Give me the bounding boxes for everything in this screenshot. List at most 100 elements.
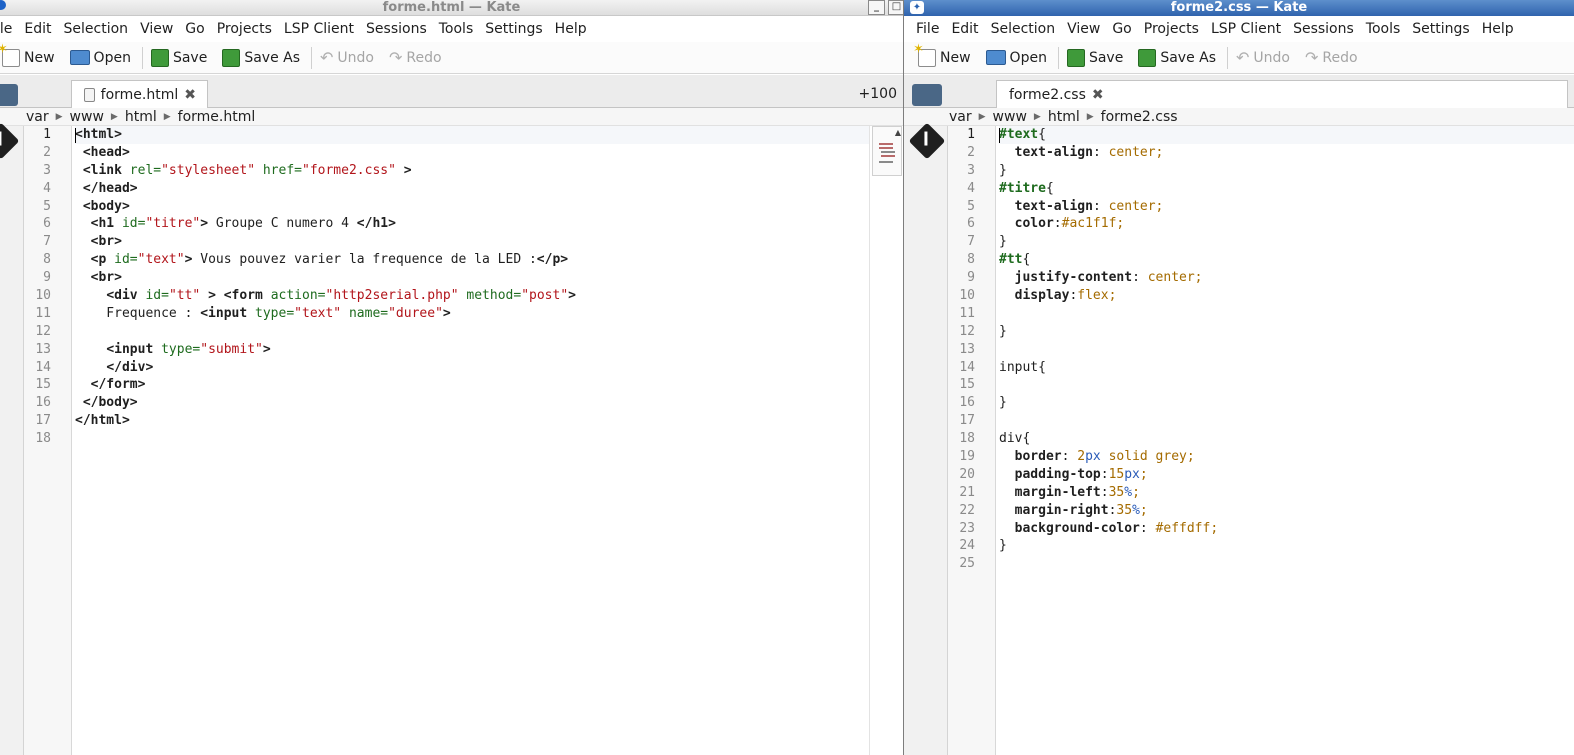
new-button[interactable]: New [912,42,980,72]
menu-help[interactable]: Help [549,21,593,37]
code-line[interactable] [75,323,869,341]
undo-button[interactable]: ↶ Undo [314,44,383,72]
git-icon[interactable] [0,122,20,160]
maximize-button[interactable]: □ [888,0,903,15]
open-button[interactable]: Open [980,44,1056,72]
code-line[interactable]: background-color: #effdff; [999,520,1574,538]
code-line[interactable]: <body> [75,198,869,216]
breadcrumb-item[interactable]: html [1048,109,1080,125]
code-line[interactable]: <input type="submit"> [75,341,869,359]
code-line[interactable]: border: 2px solid grey; [999,448,1574,466]
minimap[interactable]: ▲ [869,126,903,755]
menu-view[interactable]: View [1061,21,1106,37]
code-line[interactable]: <h1 id="titre"> Groupe C numero 4 </h1> [75,215,869,233]
code-line[interactable]: #tt{ [999,251,1574,269]
menu-edit[interactable]: Edit [18,21,57,37]
code-area[interactable]: #text{ text-align: center;} #titre{ text-… [999,126,1574,755]
save-button[interactable]: Save [1061,44,1132,72]
close-icon[interactable]: ✖ [1092,87,1104,103]
code-line[interactable] [999,341,1574,359]
code-line[interactable]: } [999,162,1574,180]
new-button[interactable]: New [0,42,64,72]
code-line[interactable]: justify-content: center; [999,269,1574,287]
code-line[interactable] [999,376,1574,394]
code-line[interactable]: color:#ac1f1f; [999,215,1574,233]
code-line[interactable]: <html> [75,126,869,144]
code-line[interactable] [999,412,1574,430]
code-line[interactable]: div{ [999,430,1574,448]
code-line[interactable]: } [999,537,1574,555]
code-line[interactable]: margin-right:35%; [999,502,1574,520]
code-line[interactable]: display:flex; [999,287,1574,305]
code-line[interactable]: text-align: center; [999,198,1574,216]
minimize-button[interactable]: _ [868,0,885,15]
code-line[interactable] [999,305,1574,323]
menu-projects[interactable]: Projects [1138,21,1205,37]
menu-lsp-client[interactable]: LSP Client [278,21,360,37]
code-line[interactable]: margin-left:35%; [999,484,1574,502]
code-line[interactable] [999,555,1574,573]
code-line[interactable]: </head> [75,180,869,198]
code-line[interactable]: </form> [75,376,869,394]
code-line[interactable]: </html> [75,412,869,430]
menu-selection[interactable]: Selection [985,21,1062,37]
breadcrumb-item[interactable]: var [26,109,49,125]
menu-go[interactable]: Go [179,21,210,37]
menu-sessions[interactable]: Sessions [1287,21,1360,37]
code-line[interactable] [75,430,869,448]
undo-button[interactable]: ↶ Undo [1230,44,1299,72]
open-button[interactable]: Open [64,44,140,72]
code-line[interactable]: <p id="text"> Vous pouvez varier la freq… [75,251,869,269]
code-line[interactable]: } [999,394,1574,412]
menu-ile[interactable]: ile [0,21,18,37]
menu-edit[interactable]: Edit [945,21,984,37]
save-button[interactable]: Save [145,44,216,72]
code-area[interactable]: <html> <head> <link rel="stylesheet" hre… [75,126,869,755]
breadcrumb-item[interactable]: www [70,109,104,125]
code-line[interactable]: <br> [75,233,869,251]
menu-file[interactable]: File [916,21,945,37]
close-icon[interactable]: ✖ [184,87,196,103]
git-icon[interactable] [908,122,946,160]
code-line[interactable]: </div> [75,359,869,377]
zoom-indicator[interactable]: +100 [859,86,897,102]
code-line[interactable]: <br> [75,269,869,287]
save-as-button[interactable]: Save As [1132,44,1225,72]
code-line[interactable]: #text{ [999,126,1574,144]
breadcrumb-item[interactable]: forme2.css [1101,109,1178,125]
kate-app-icon[interactable]: ✦ [910,1,924,14]
kate-app-icon[interactable] [0,0,6,10]
menu-view[interactable]: View [134,21,179,37]
menu-sessions[interactable]: Sessions [360,21,433,37]
menu-tools[interactable]: Tools [433,21,480,37]
breadcrumb-item[interactable]: var [949,109,972,125]
code-line[interactable]: padding-top:15px; [999,466,1574,484]
code-line[interactable]: } [999,233,1574,251]
title-bar[interactable]: ✦ forme2.css — Kate [904,0,1574,16]
code-line[interactable]: Frequence : <input type="text" name="dur… [75,305,869,323]
tab-forme-html[interactable]: forme.html ✖ [71,80,208,108]
menu-lsp-client[interactable]: LSP Client [1205,21,1287,37]
code-line[interactable]: <link rel="stylesheet" href="forme2.css"… [75,162,869,180]
scroll-up-icon[interactable]: ▲ [895,128,901,137]
code-line[interactable]: } [999,323,1574,341]
menu-settings[interactable]: Settings [1406,21,1475,37]
menu-projects[interactable]: Projects [211,21,278,37]
menu-help[interactable]: Help [1476,21,1520,37]
breadcrumb-item[interactable]: www [993,109,1027,125]
tab-forme2-css[interactable]: forme2.css ✖ [996,80,1568,108]
breadcrumb-item[interactable]: html [125,109,157,125]
projects-panel-icon[interactable] [0,84,18,106]
code-line[interactable]: #titre{ [999,180,1574,198]
breadcrumb-item[interactable]: forme.html [178,109,256,125]
code-line[interactable]: input{ [999,359,1574,377]
save-as-button[interactable]: Save As [216,44,309,72]
menu-settings[interactable]: Settings [479,21,548,37]
title-bar[interactable]: forme.html — Kate _ □ [0,0,903,16]
menu-go[interactable]: Go [1106,21,1137,37]
menu-selection[interactable]: Selection [58,21,135,37]
menu-tools[interactable]: Tools [1360,21,1407,37]
code-line[interactable]: text-align: center; [999,144,1574,162]
code-line[interactable]: <div id="tt" > <form action="http2serial… [75,287,869,305]
redo-button[interactable]: ↷ Redo [1299,44,1367,72]
